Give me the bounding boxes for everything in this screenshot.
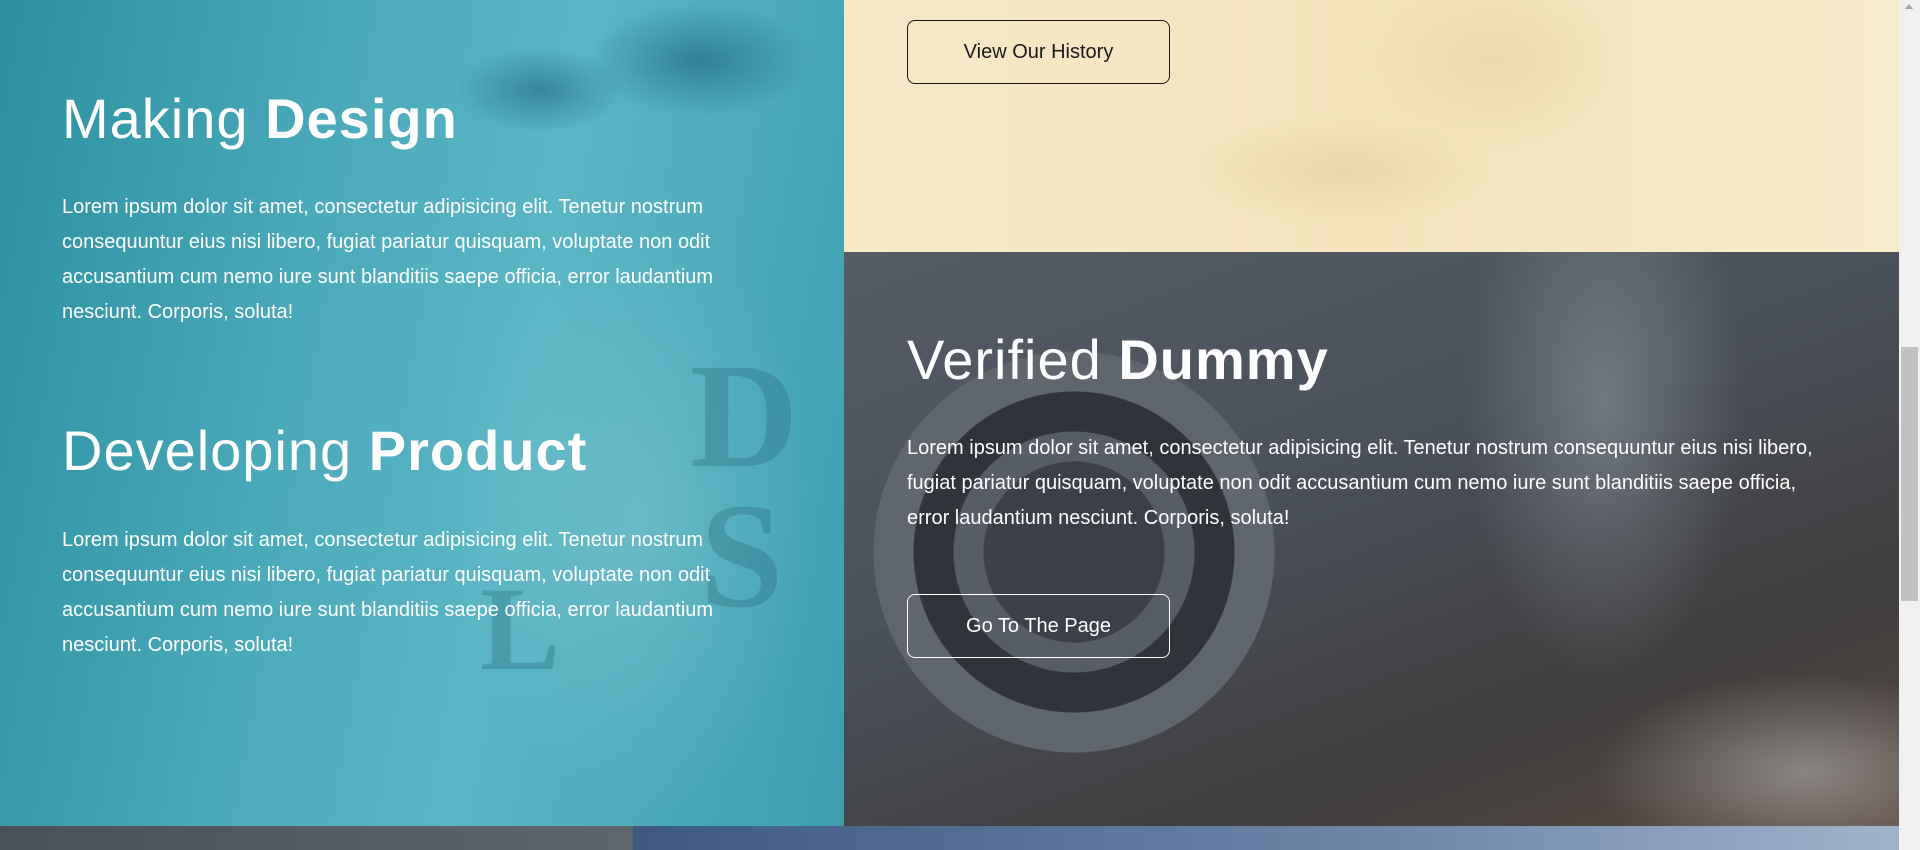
making-design-title-light: Making — [62, 87, 249, 150]
verified-dummy-paragraph: Lorem ipsum dolor sit amet, consectetur … — [907, 437, 1813, 529]
go-to-the-page-button[interactable]: Go To The Page — [907, 594, 1170, 658]
verified-dummy-title-bold: Dummy — [1118, 328, 1329, 391]
developing-product-title-light: Developing — [62, 419, 353, 482]
next-section-image-left — [0, 826, 633, 850]
right-bottom-panel-slate: Verified Dummy Lorem ipsum dolor sit ame… — [844, 252, 1899, 826]
next-section-image-right — [633, 826, 1899, 850]
page-scrollbar[interactable] — [1899, 0, 1920, 850]
verified-dummy-title-light: Verified — [907, 328, 1102, 391]
scrollbar-thumb[interactable] — [1901, 347, 1918, 601]
developing-product-paragraph: Lorem ipsum dolor sit amet, consectetur … — [62, 529, 714, 656]
scroll-up-arrow-icon[interactable] — [1905, 4, 1913, 9]
verified-dummy-heading: Verified Dummy — [907, 329, 1329, 391]
making-design-paragraph: Lorem ipsum dolor sit amet, consectetur … — [62, 196, 714, 323]
making-design-title-bold: Design — [265, 87, 458, 150]
left-panel-teal: D S L Making Design Lorem ipsum dolor si… — [0, 0, 844, 826]
making-design-heading: Making Design — [62, 88, 458, 150]
right-top-panel-cream: View Our History — [844, 0, 1899, 252]
developing-product-title-bold: Product — [368, 419, 588, 482]
view-our-history-button[interactable]: View Our History — [907, 20, 1170, 84]
developing-product-heading: Developing Product — [62, 420, 587, 482]
